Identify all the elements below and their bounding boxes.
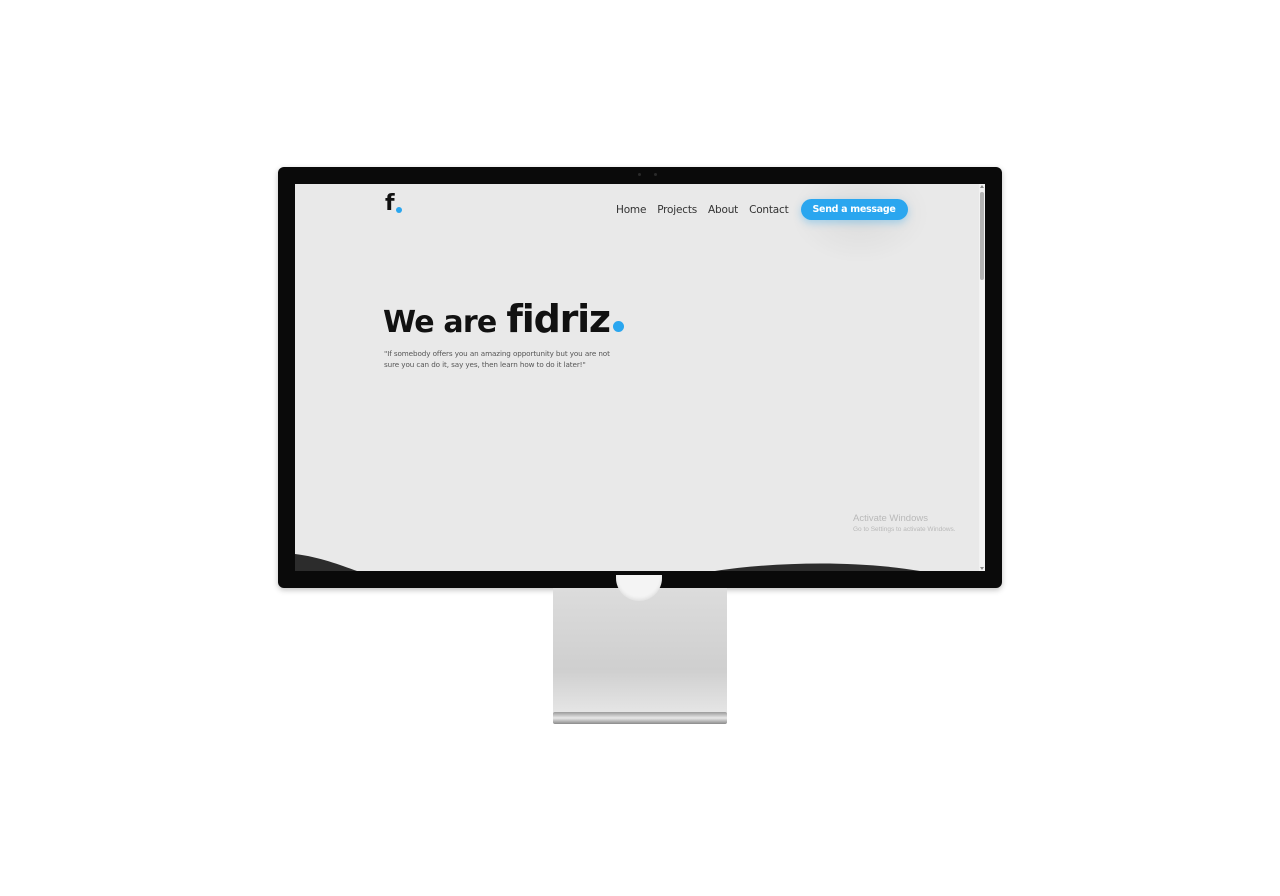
nav-about[interactable]: About xyxy=(708,204,738,216)
scroll-down-icon[interactable] xyxy=(980,567,984,570)
nav-home[interactable]: Home xyxy=(616,204,646,216)
bottom-wave xyxy=(295,554,920,571)
website-screen: f Home Projects About Contact Send a mes… xyxy=(295,184,985,571)
activate-windows-title: Activate Windows xyxy=(853,513,928,524)
stand-base xyxy=(553,712,727,724)
hero-quote: "If somebody offers you an amazing oppor… xyxy=(384,349,610,369)
scroll-up-icon[interactable] xyxy=(980,185,984,188)
main-nav: Home Projects About Contact Send a messa… xyxy=(616,199,908,220)
nav-projects[interactable]: Projects xyxy=(657,204,697,216)
logo-dot-icon xyxy=(396,207,402,213)
hero-headline: We are fidriz xyxy=(383,297,624,341)
activate-windows-subtitle: Go to Settings to activate Windows. xyxy=(853,526,956,533)
monitor-frame: f Home Projects About Contact Send a mes… xyxy=(278,167,1002,588)
brand-dot-icon xyxy=(612,321,624,332)
camera-icon xyxy=(638,173,641,176)
send-message-button[interactable]: Send a message xyxy=(800,199,908,220)
nav-contact[interactable]: Contact xyxy=(749,204,789,216)
cta-glow xyxy=(790,184,930,264)
scrollbar-thumb[interactable] xyxy=(980,192,984,280)
headline-prefix: We are xyxy=(383,305,497,340)
monitor-stand xyxy=(553,588,727,714)
page-scrollbar[interactable] xyxy=(979,184,985,571)
camera-sensor-icon xyxy=(654,173,657,176)
site-logo[interactable]: f xyxy=(385,191,402,216)
headline-brand: fidriz xyxy=(506,297,611,341)
activate-windows-watermark: Activate Windows Go to Settings to activ… xyxy=(853,513,956,533)
logo-letter: f xyxy=(385,191,395,216)
